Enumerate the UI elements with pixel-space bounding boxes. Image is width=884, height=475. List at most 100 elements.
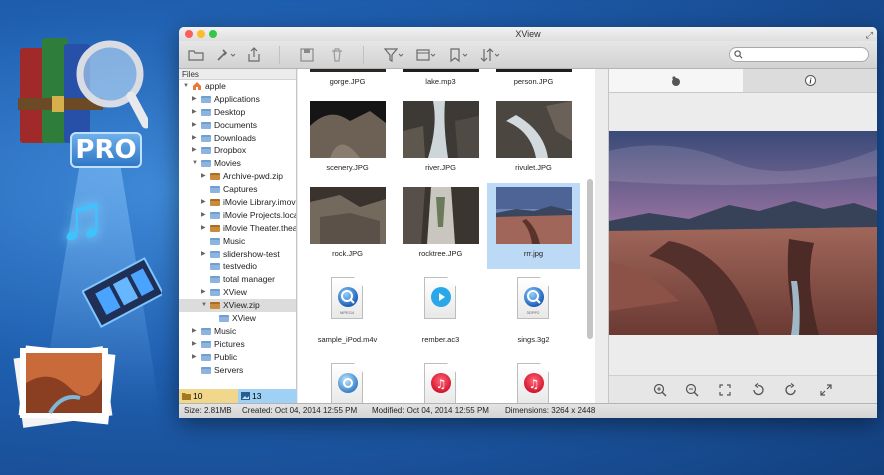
disclosure-closed-icon[interactable]: ▶ [201, 209, 206, 222]
disclosure-closed-icon[interactable]: ▶ [192, 119, 197, 132]
close-button[interactable] [185, 30, 193, 38]
grid-scrollbar[interactable] [587, 179, 593, 339]
tree-item[interactable]: ▶ iMovie Library.imov [179, 196, 296, 209]
tree-item[interactable]: ▶ Downloads [179, 132, 296, 145]
thumbnail-image [496, 187, 572, 244]
disclosure-closed-icon[interactable]: ▶ [192, 325, 197, 338]
quicktime-file-icon: 3GPP2 [517, 277, 549, 319]
search-field[interactable] [729, 47, 869, 62]
fullscreen-icon[interactable]: ⤢ [866, 28, 873, 42]
tree-item[interactable]: ▶ Public [179, 351, 296, 364]
tree-item[interactable]: ▶ XView [179, 286, 296, 299]
save-icon[interactable] [299, 47, 315, 63]
tab-info[interactable]: i [743, 69, 877, 92]
folder-icon [210, 263, 220, 271]
rotate-right-icon[interactable] [784, 383, 798, 397]
tree-item[interactable]: ▶ slidershow-test [179, 248, 296, 261]
grid-item[interactable]: person.JPG [487, 69, 580, 97]
grid-item[interactable]: rocktree.JPG [394, 183, 487, 269]
tree-item[interactable]: ▶ Applications [179, 93, 296, 106]
window-controls [185, 30, 217, 38]
tree-item[interactable]: ▼ XView.zip [179, 299, 296, 313]
disclosure-closed-icon[interactable]: ▶ [192, 338, 197, 351]
tree-item-label: Archive-pwd.zip [223, 171, 283, 182]
folder-count-badge[interactable]: 10 [179, 389, 238, 403]
sort-icon[interactable] [479, 47, 501, 63]
tree-item[interactable]: ▼ Movies [179, 157, 296, 170]
view-mode-icon[interactable] [415, 47, 437, 63]
info-icon: i [804, 75, 816, 86]
tab-preview[interactable] [609, 69, 743, 92]
grid-item-label: scenery.JPG [326, 163, 369, 172]
rotate-left-icon[interactable] [751, 383, 765, 397]
tools-icon[interactable] [215, 47, 237, 63]
grid-item[interactable]: rrr.jpg [487, 183, 580, 269]
search-icon [734, 50, 743, 59]
tree-item[interactable]: ▶ Music [179, 325, 296, 338]
grid-item[interactable]: gorge.JPG [301, 69, 394, 97]
folder-icon [182, 393, 191, 400]
audio-file-icon [331, 363, 363, 403]
folder-icon [201, 353, 211, 361]
disclosure-open-icon[interactable]: ▼ [192, 157, 198, 170]
filter-icon[interactable] [383, 47, 405, 63]
grid-item-label: rember.ac3 [421, 335, 460, 344]
grid-item[interactable]: rember.ac3 [394, 269, 487, 355]
grid-item[interactable] [301, 355, 394, 403]
tree-item[interactable]: testvedio [179, 260, 296, 273]
bookmark-icon[interactable] [447, 47, 469, 63]
grid-item[interactable]: MPEG4 sample_iPod.m4v [301, 269, 394, 355]
thumbnail-image [403, 69, 479, 72]
grid-item[interactable]: rock.JPG [301, 183, 394, 269]
grid-item[interactable]: rivulet.JPG [487, 97, 580, 183]
disclosure-closed-icon[interactable]: ▶ [201, 286, 206, 299]
tree-item[interactable]: Captures [179, 183, 296, 196]
zoom-button[interactable] [209, 30, 217, 38]
disclosure-open-icon[interactable]: ▼ [201, 299, 207, 312]
disclosure-closed-icon[interactable]: ▶ [192, 93, 197, 106]
folder-icon [210, 237, 220, 245]
disclosure-closed-icon[interactable]: ▶ [192, 106, 197, 119]
tree-item[interactable]: ▶ iMovie Theater.thea [179, 222, 296, 235]
tree-item[interactable]: XView [179, 312, 296, 325]
disclosure-closed-icon[interactable]: ▶ [201, 222, 206, 235]
tree-item[interactable]: ▼ apple [179, 80, 296, 93]
tree-item[interactable]: ▶ Dropbox [179, 144, 296, 157]
zoom-in-icon[interactable] [653, 383, 667, 397]
grid-item[interactable]: lake.mp3 [394, 69, 487, 97]
disclosure-closed-icon[interactable]: ▶ [192, 144, 197, 157]
folder-open-icon[interactable] [188, 47, 204, 63]
disclosure-closed-icon[interactable]: ▶ [201, 248, 206, 261]
disclosure-closed-icon[interactable]: ▶ [201, 196, 206, 209]
disclosure-closed-icon[interactable]: ▶ [192, 351, 197, 364]
trash-icon[interactable] [329, 47, 345, 63]
grid-item[interactable]: ♫ [487, 355, 580, 403]
disclosure-open-icon[interactable]: ▼ [183, 80, 189, 93]
tree-item[interactable]: ▶ Desktop [179, 106, 296, 119]
thumbnail-image [310, 101, 386, 158]
zoom-out-icon[interactable] [685, 383, 699, 397]
preview-controls [609, 375, 877, 403]
search-input[interactable] [746, 48, 864, 61]
grid-item[interactable]: 3GPP2 sings.3g2 [487, 269, 580, 355]
fit-to-window-icon[interactable] [718, 383, 732, 397]
disclosure-closed-icon[interactable]: ▶ [192, 132, 197, 145]
full-screen-icon[interactable] [819, 383, 833, 397]
grid-item[interactable]: river.JPG [394, 97, 487, 183]
grid-item-label: sings.3g2 [517, 335, 550, 344]
tree-item[interactable]: Servers [179, 364, 296, 377]
image-count-badge[interactable]: 13 [238, 389, 297, 403]
tree-item[interactable]: ▶ Pictures [179, 338, 296, 351]
tree-item[interactable]: total manager [179, 273, 296, 286]
grid-item[interactable]: scenery.JPG [301, 97, 394, 183]
minimize-button[interactable] [197, 30, 205, 38]
tree-item-label: total manager [223, 274, 275, 285]
tree-item[interactable]: Music [179, 235, 296, 248]
share-icon[interactable] [246, 47, 262, 63]
tree-item[interactable]: ▶ Archive-pwd.zip [179, 170, 296, 183]
grid-item[interactable]: ♫ [394, 355, 487, 403]
tree-item[interactable]: ▶ Documents [179, 119, 296, 132]
folder-count: 10 [193, 391, 203, 401]
disclosure-closed-icon[interactable]: ▶ [201, 170, 206, 183]
tree-item[interactable]: ▶ iMovie Projects.loca [179, 209, 296, 222]
